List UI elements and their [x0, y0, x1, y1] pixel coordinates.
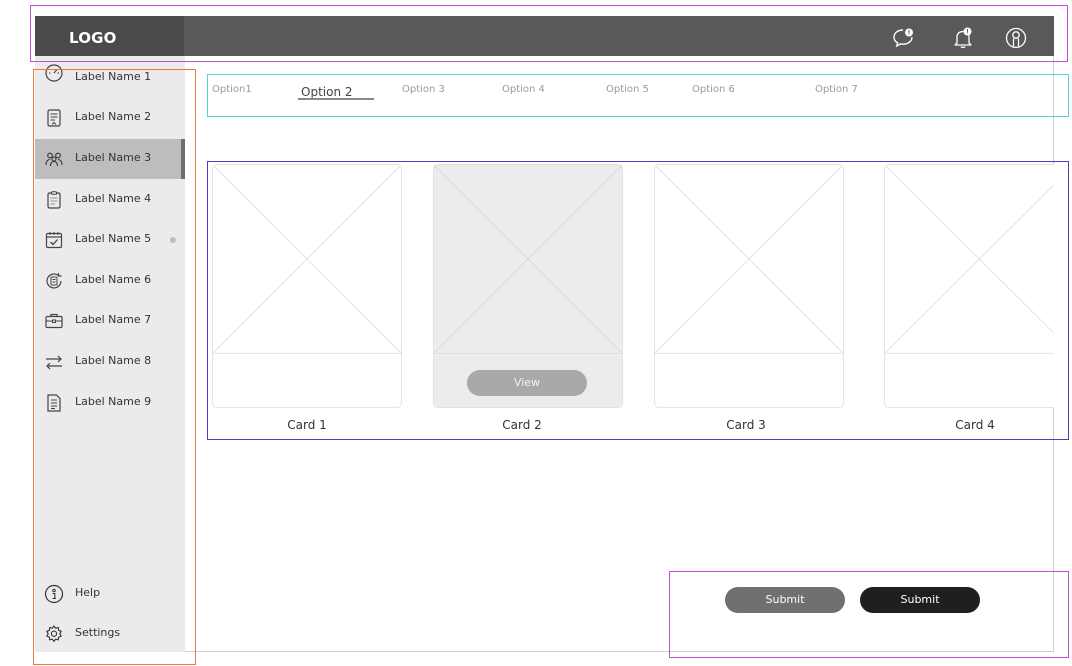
sidebar-item-label: Settings: [75, 626, 121, 639]
card-divider: [655, 353, 843, 354]
svg-text:!: !: [908, 30, 911, 37]
card-title: Card 4: [955, 418, 995, 432]
card-1[interactable]: [212, 164, 402, 408]
image-placeholder: [655, 165, 843, 353]
card-divider: [434, 353, 622, 354]
image-placeholder: [885, 165, 1054, 353]
user-icon[interactable]: [1004, 26, 1028, 50]
sidebar-item-label: Label Name 7: [75, 313, 152, 326]
sidebar-item-6[interactable]: Label Name 6: [35, 261, 185, 301]
bell-icon[interactable]: !: [951, 26, 975, 50]
sidebar-item-7[interactable]: Label Name 7: [35, 301, 185, 341]
card-2[interactable]: View: [433, 164, 623, 408]
card-3[interactable]: [654, 164, 844, 408]
refresh-document-icon: [46, 273, 62, 289]
sidebar-item-2[interactable]: Label Name 2: [35, 98, 185, 138]
sidebar-item-label: Label Name 6: [75, 273, 152, 286]
card-title: Card 1: [287, 418, 327, 432]
tab-option-2[interactable]: Option 2: [301, 85, 353, 99]
clipboard-icon: [47, 191, 61, 209]
tab-option-7[interactable]: Option 7: [815, 84, 858, 95]
sidebar-item-1[interactable]: Label Name 1: [35, 58, 185, 98]
card-title: Card 3: [726, 418, 766, 432]
tab-option-6[interactable]: Option 6: [692, 84, 735, 95]
help-icon: [44, 584, 64, 604]
chat-icon[interactable]: !: [891, 26, 915, 50]
sidebar-item-5[interactable]: Label Name 5: [35, 220, 185, 260]
active-indicator: [181, 139, 185, 179]
card-4[interactable]: [884, 164, 1054, 408]
card-divider: [213, 353, 401, 354]
card-title: Card 2: [502, 418, 542, 432]
calendar-check-icon: [45, 232, 63, 249]
gauge-icon: [45, 64, 63, 82]
sidebar-item-label: Label Name 1: [75, 70, 152, 83]
card-divider: [885, 353, 1054, 354]
submit-primary-button[interactable]: Submit: [860, 587, 980, 613]
image-placeholder: [434, 165, 622, 353]
sidebar-item-label: Help: [75, 586, 101, 599]
tab-option-5[interactable]: Option 5: [606, 84, 649, 95]
gear-icon: [46, 625, 62, 642]
sidebar-item-4[interactable]: Label Name 4: [35, 180, 185, 220]
sidebar-item-8[interactable]: Label Name 8: [35, 342, 185, 382]
svg-text:!: !: [966, 29, 969, 36]
file-list-icon: [47, 394, 61, 412]
sidebar-item-label: Label Name 5: [75, 232, 152, 245]
image-placeholder: [213, 165, 401, 353]
tab-option-1[interactable]: Option1: [212, 84, 252, 95]
sidebar-settings[interactable]: Settings: [35, 614, 185, 654]
view-button[interactable]: View: [467, 370, 587, 396]
sidebar-item-3[interactable]: Label Name 3: [35, 139, 185, 179]
sidebar-help[interactable]: Help: [35, 574, 185, 614]
sidebar-item-9[interactable]: Label Name 9: [35, 383, 185, 423]
submit-secondary-button[interactable]: Submit: [725, 587, 845, 613]
sidebar-item-label: Label Name 4: [75, 192, 152, 205]
users-icon: [45, 152, 63, 167]
briefcase-icon: [45, 313, 63, 329]
tab-option-4[interactable]: Option 4: [502, 84, 545, 95]
logo: LOGO: [69, 29, 117, 47]
document-icon: [47, 109, 61, 127]
sidebar-item-label: Label Name 9: [75, 395, 152, 408]
sidebar-item-label: Label Name 2: [75, 110, 152, 123]
sidebar-item-label: Label Name 3: [75, 151, 152, 164]
tab-option-3[interactable]: Option 3: [402, 84, 445, 95]
active-tab-underline: [298, 98, 374, 100]
sidebar-item-label: Label Name 8: [75, 354, 152, 367]
notification-dot: [170, 237, 176, 243]
transfer-arrows-icon: [46, 355, 62, 370]
